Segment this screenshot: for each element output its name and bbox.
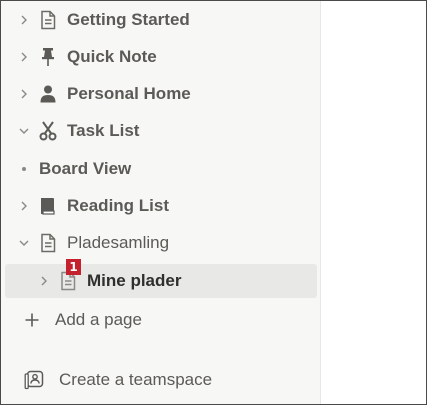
create-teamspace-button[interactable]: Create a teamspace	[5, 363, 317, 397]
sidebar-item-board-view[interactable]: Board View	[5, 152, 317, 186]
window-frame: Getting Started Quick Note Personal Home	[0, 0, 427, 405]
chevron-right-icon[interactable]	[15, 11, 33, 29]
sidebar-item-label: Pladesamling	[67, 233, 170, 252]
person-icon	[37, 83, 59, 105]
document-icon	[37, 232, 59, 254]
main-content-area	[321, 1, 426, 404]
chevron-down-icon[interactable]	[15, 234, 33, 252]
sidebar-item-label: Quick Note	[67, 47, 157, 66]
sidebar-item-mine-plader[interactable]: Mine plader	[5, 264, 317, 298]
document-icon	[37, 9, 59, 31]
book-icon	[37, 195, 59, 217]
chevron-right-icon[interactable]	[15, 48, 33, 66]
sidebar-item-label: Getting Started	[67, 10, 190, 29]
sidebar-item-personal-home[interactable]: Personal Home	[5, 77, 317, 111]
sidebar-item-quick-note[interactable]: Quick Note	[5, 40, 317, 74]
add-page-button[interactable]: Add a page	[5, 303, 317, 337]
sidebar-item-reading-list[interactable]: Reading List	[5, 189, 317, 223]
chevron-down-icon[interactable]	[15, 122, 33, 140]
bullet-icon	[15, 160, 33, 178]
add-page-label: Add a page	[55, 310, 142, 329]
sidebar: Getting Started Quick Note Personal Home	[1, 1, 321, 404]
sidebar-item-label: Personal Home	[67, 84, 191, 103]
pin-icon	[37, 46, 59, 68]
sidebar-item-label: Task List	[67, 121, 140, 140]
create-teamspace-label: Create a teamspace	[59, 370, 213, 389]
chevron-right-icon[interactable]	[15, 85, 33, 103]
sidebar-item-label: Board View	[39, 159, 132, 178]
chevron-right-icon[interactable]	[15, 197, 33, 215]
sidebar-item-label: Mine plader	[87, 271, 182, 290]
teamspace-icon	[23, 369, 45, 391]
scissors-icon	[37, 120, 59, 142]
annotation-badge: 1	[66, 259, 81, 275]
sidebar-item-task-list[interactable]: Task List	[5, 114, 317, 148]
sidebar-item-pladesamling[interactable]: Pladesamling	[5, 226, 317, 260]
sidebar-item-getting-started[interactable]: Getting Started	[5, 3, 317, 37]
sidebar-item-label: Reading List	[67, 196, 170, 215]
plus-icon	[23, 311, 41, 329]
chevron-right-icon[interactable]	[35, 272, 53, 290]
